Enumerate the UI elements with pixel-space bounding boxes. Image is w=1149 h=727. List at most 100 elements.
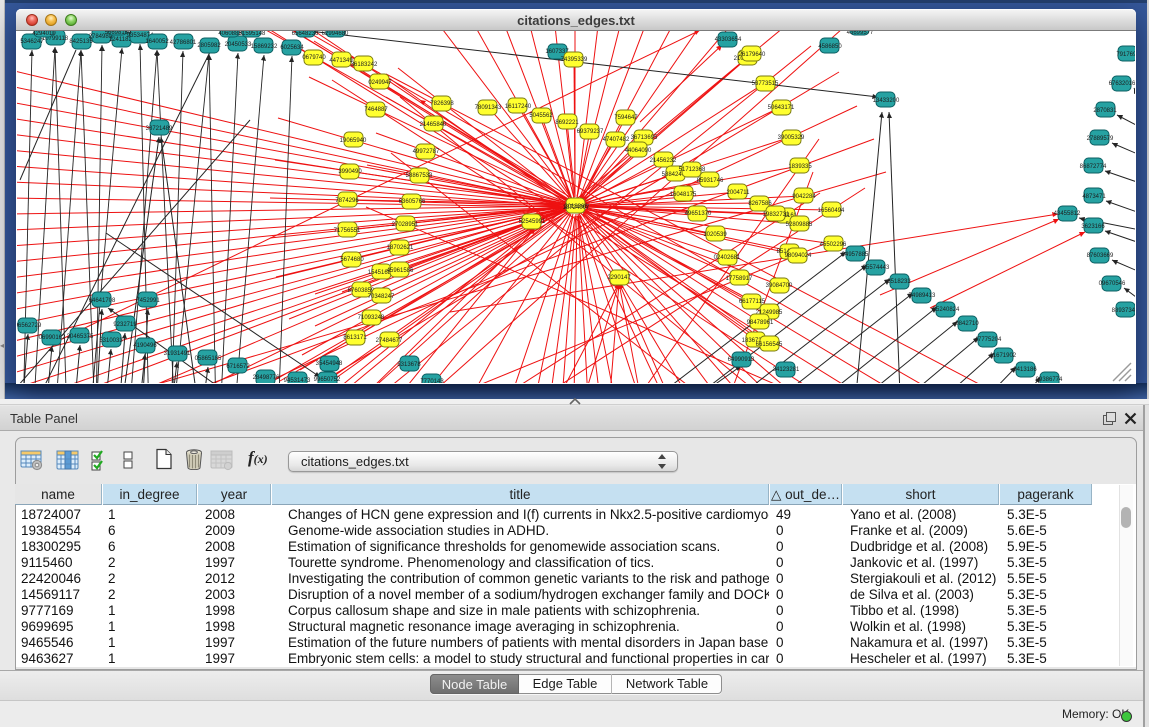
- svg-text:9042284: 9042284: [792, 194, 816, 200]
- svg-text:67632016: 67632016: [1109, 81, 1135, 87]
- svg-text:98094024: 98094024: [785, 253, 812, 259]
- svg-text:50643171: 50643171: [768, 105, 795, 111]
- svg-text:7594647: 7594647: [614, 115, 638, 121]
- svg-text:16117240: 16117240: [505, 104, 532, 110]
- svg-text:65648236: 65648236: [292, 31, 319, 37]
- svg-text:58867533: 58867533: [406, 173, 433, 179]
- svg-text:27484677: 27484677: [376, 338, 403, 344]
- svg-text:85574443: 85574443: [863, 265, 890, 271]
- svg-text:61595148: 61595148: [239, 31, 266, 37]
- svg-text:2290147: 2290147: [607, 275, 631, 281]
- svg-text:63605766: 63605766: [399, 199, 426, 205]
- svg-text:47407482: 47407482: [603, 137, 630, 143]
- svg-text:62994680: 62994680: [322, 31, 349, 37]
- svg-text:34957885: 34957885: [842, 252, 869, 258]
- svg-text:18702621: 18702621: [387, 245, 414, 251]
- svg-text:35240824: 35240824: [933, 307, 960, 313]
- svg-text:74395339: 74395339: [561, 57, 588, 63]
- svg-text:0679740: 0679740: [302, 55, 326, 61]
- svg-text:99650752: 99650752: [314, 377, 341, 383]
- svg-text:52545991: 52545991: [519, 219, 546, 225]
- svg-text:74989413: 74989413: [909, 293, 936, 299]
- svg-text:06562729: 06562729: [17, 323, 42, 329]
- svg-text:6716572: 6716572: [226, 364, 250, 370]
- svg-text:71756551: 71756551: [334, 228, 361, 234]
- svg-text:55698169: 55698169: [105, 31, 132, 36]
- svg-text:13433200: 13433200: [873, 98, 900, 104]
- svg-text:66156545: 66156545: [756, 342, 783, 348]
- svg-text:3623166: 3623166: [1081, 224, 1105, 230]
- svg-text:38721489: 38721489: [146, 126, 173, 132]
- svg-text:1839335: 1839335: [788, 164, 812, 170]
- svg-text:49651370: 49651370: [685, 211, 712, 217]
- svg-text:43455812: 43455812: [1054, 211, 1081, 217]
- svg-text:39005329: 39005329: [778, 135, 805, 141]
- svg-text:31931491: 31931491: [164, 351, 191, 357]
- svg-text:18724007: 18724007: [563, 205, 590, 211]
- svg-text:26179640: 26179640: [739, 52, 766, 58]
- svg-text:8692221: 8692221: [555, 120, 579, 126]
- svg-text:7917693: 7917693: [1116, 52, 1135, 58]
- svg-text:64641708: 64641708: [89, 298, 116, 304]
- svg-text:3990490: 3990490: [338, 169, 362, 175]
- svg-text:16560494: 16560494: [818, 208, 845, 214]
- svg-text:1020539: 1020539: [703, 232, 727, 238]
- svg-text:4190496: 4190496: [133, 343, 157, 349]
- svg-text:27889579: 27889579: [1087, 136, 1114, 142]
- svg-text:5310033: 5310033: [99, 338, 123, 344]
- svg-text:69379237: 69379237: [577, 129, 604, 135]
- svg-text:35454948: 35454948: [316, 361, 343, 367]
- svg-text:34123281: 34123281: [773, 367, 800, 373]
- svg-text:09670546: 09670546: [1099, 281, 1126, 287]
- svg-text:88937346: 88937346: [1112, 308, 1135, 314]
- svg-text:45502296: 45502296: [820, 242, 847, 248]
- svg-text:2004711: 2004711: [727, 190, 751, 196]
- svg-text:11671902: 11671902: [990, 353, 1017, 359]
- svg-text:7826398: 7826398: [430, 101, 454, 107]
- svg-text:47775204: 47775204: [975, 337, 1002, 343]
- svg-text:20450533: 20450533: [225, 42, 252, 48]
- svg-text:5346247: 5346247: [20, 39, 44, 45]
- svg-text:42786801: 42786801: [170, 40, 197, 46]
- svg-text:86872774: 86872774: [1080, 164, 1107, 170]
- svg-text:0842710: 0842710: [955, 321, 979, 327]
- svg-text:4586850: 4586850: [818, 44, 842, 50]
- svg-text:27028951: 27028951: [392, 222, 419, 228]
- svg-text:64990913: 64990913: [728, 357, 755, 363]
- svg-text:05865185: 05865185: [195, 356, 222, 362]
- svg-text:4873471: 4873471: [1082, 194, 1106, 200]
- svg-text:28498776: 28498776: [253, 375, 280, 381]
- svg-text:9232719: 9232719: [113, 322, 137, 328]
- svg-text:17758917: 17758917: [726, 276, 753, 282]
- svg-text:8613171: 8613171: [343, 335, 367, 341]
- svg-text:6025634: 6025634: [280, 45, 304, 51]
- svg-text:7770143: 7770143: [420, 379, 444, 383]
- svg-text:9413186: 9413186: [1013, 367, 1037, 373]
- svg-text:5045562: 5045562: [529, 113, 553, 119]
- svg-text:99386774: 99386774: [1036, 377, 1063, 383]
- svg-text:15869232: 15869232: [251, 44, 278, 50]
- svg-text:49972787: 49972787: [413, 149, 440, 155]
- svg-text:78091343: 78091343: [475, 105, 502, 111]
- svg-text:70348247: 70348247: [368, 294, 395, 300]
- svg-text:43303654: 43303654: [715, 37, 742, 43]
- svg-text:02402681: 02402681: [714, 255, 741, 261]
- svg-text:39084700: 39084700: [766, 283, 793, 289]
- svg-text:5674680: 5674680: [340, 257, 364, 263]
- svg-text:21456232: 21456232: [650, 158, 677, 164]
- svg-text:16048175: 16048175: [670, 192, 697, 198]
- svg-text:87603669: 87603669: [1087, 253, 1114, 259]
- svg-text:20465375: 20465375: [67, 334, 94, 340]
- svg-text:52809885: 52809885: [786, 222, 813, 228]
- svg-text:94531473: 94531473: [284, 378, 311, 383]
- svg-text:4294019: 4294019: [32, 31, 56, 37]
- svg-text:19065940: 19065940: [340, 138, 367, 144]
- svg-text:7874296: 7874296: [335, 198, 359, 204]
- svg-text:43699577: 43699577: [847, 31, 874, 36]
- svg-text:2805982: 2805982: [197, 43, 221, 49]
- svg-text:1640052: 1640052: [145, 39, 169, 45]
- svg-text:71093248: 71093248: [358, 315, 385, 321]
- svg-text:45961586: 45961586: [387, 268, 414, 274]
- svg-text:98478961: 98478961: [747, 320, 774, 326]
- svg-text:19832731: 19832731: [763, 212, 790, 218]
